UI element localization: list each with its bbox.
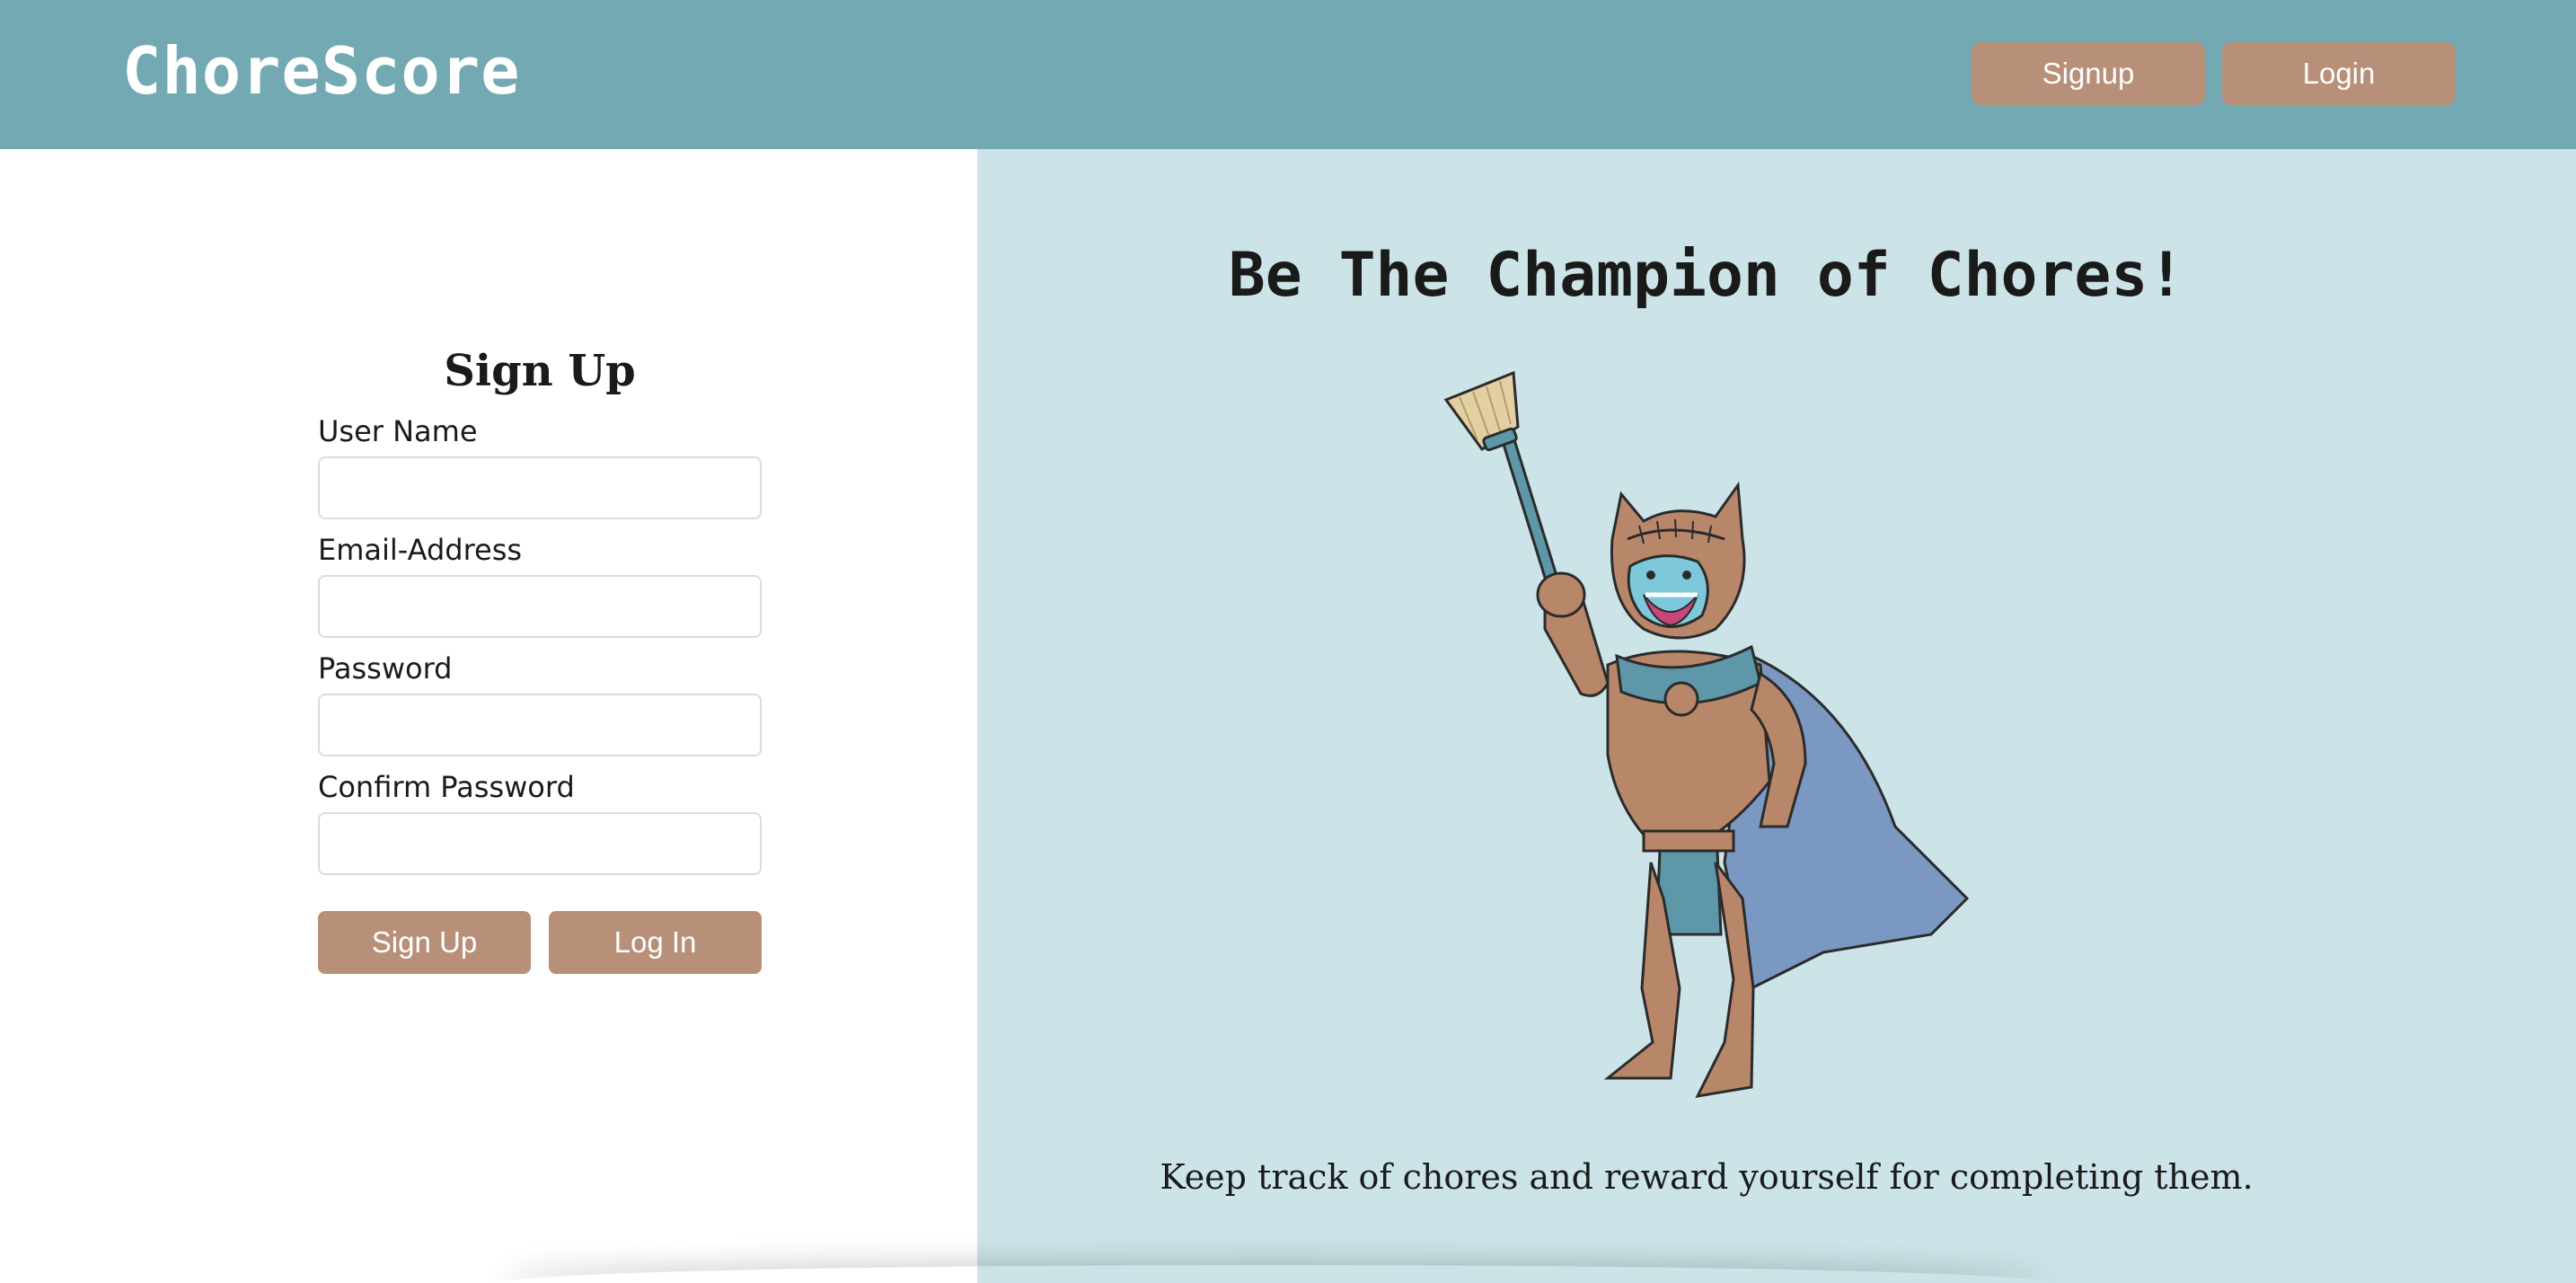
- confirm-password-label: Confirm Password: [318, 770, 575, 804]
- nav-login-button[interactable]: Login: [2222, 42, 2456, 105]
- email-input[interactable]: [318, 575, 762, 638]
- email-label: Email-Address: [318, 533, 523, 567]
- signup-submit-button[interactable]: Sign Up: [318, 911, 531, 974]
- brand-logo[interactable]: ChoreScore: [122, 31, 520, 111]
- top-navbar: ChoreScore Signup Login: [0, 0, 2576, 149]
- password-label: Password: [318, 651, 453, 686]
- nav-signup-button[interactable]: Signup: [1972, 42, 2205, 105]
- username-label: User Name: [318, 414, 478, 448]
- hero-title: Be The Champion of Chores!: [1228, 240, 2185, 311]
- armored-cat-knight-with-broom-illustration: [1443, 370, 1970, 1098]
- password-input[interactable]: [318, 694, 762, 757]
- confirm-password-input[interactable]: [318, 812, 762, 875]
- hero-tagline: Keep track of chores and reward yourself…: [1160, 1157, 2254, 1197]
- login-switch-button[interactable]: Log In: [549, 911, 762, 974]
- signup-form-title: Sign Up: [444, 346, 636, 396]
- username-input[interactable]: [318, 456, 762, 519]
